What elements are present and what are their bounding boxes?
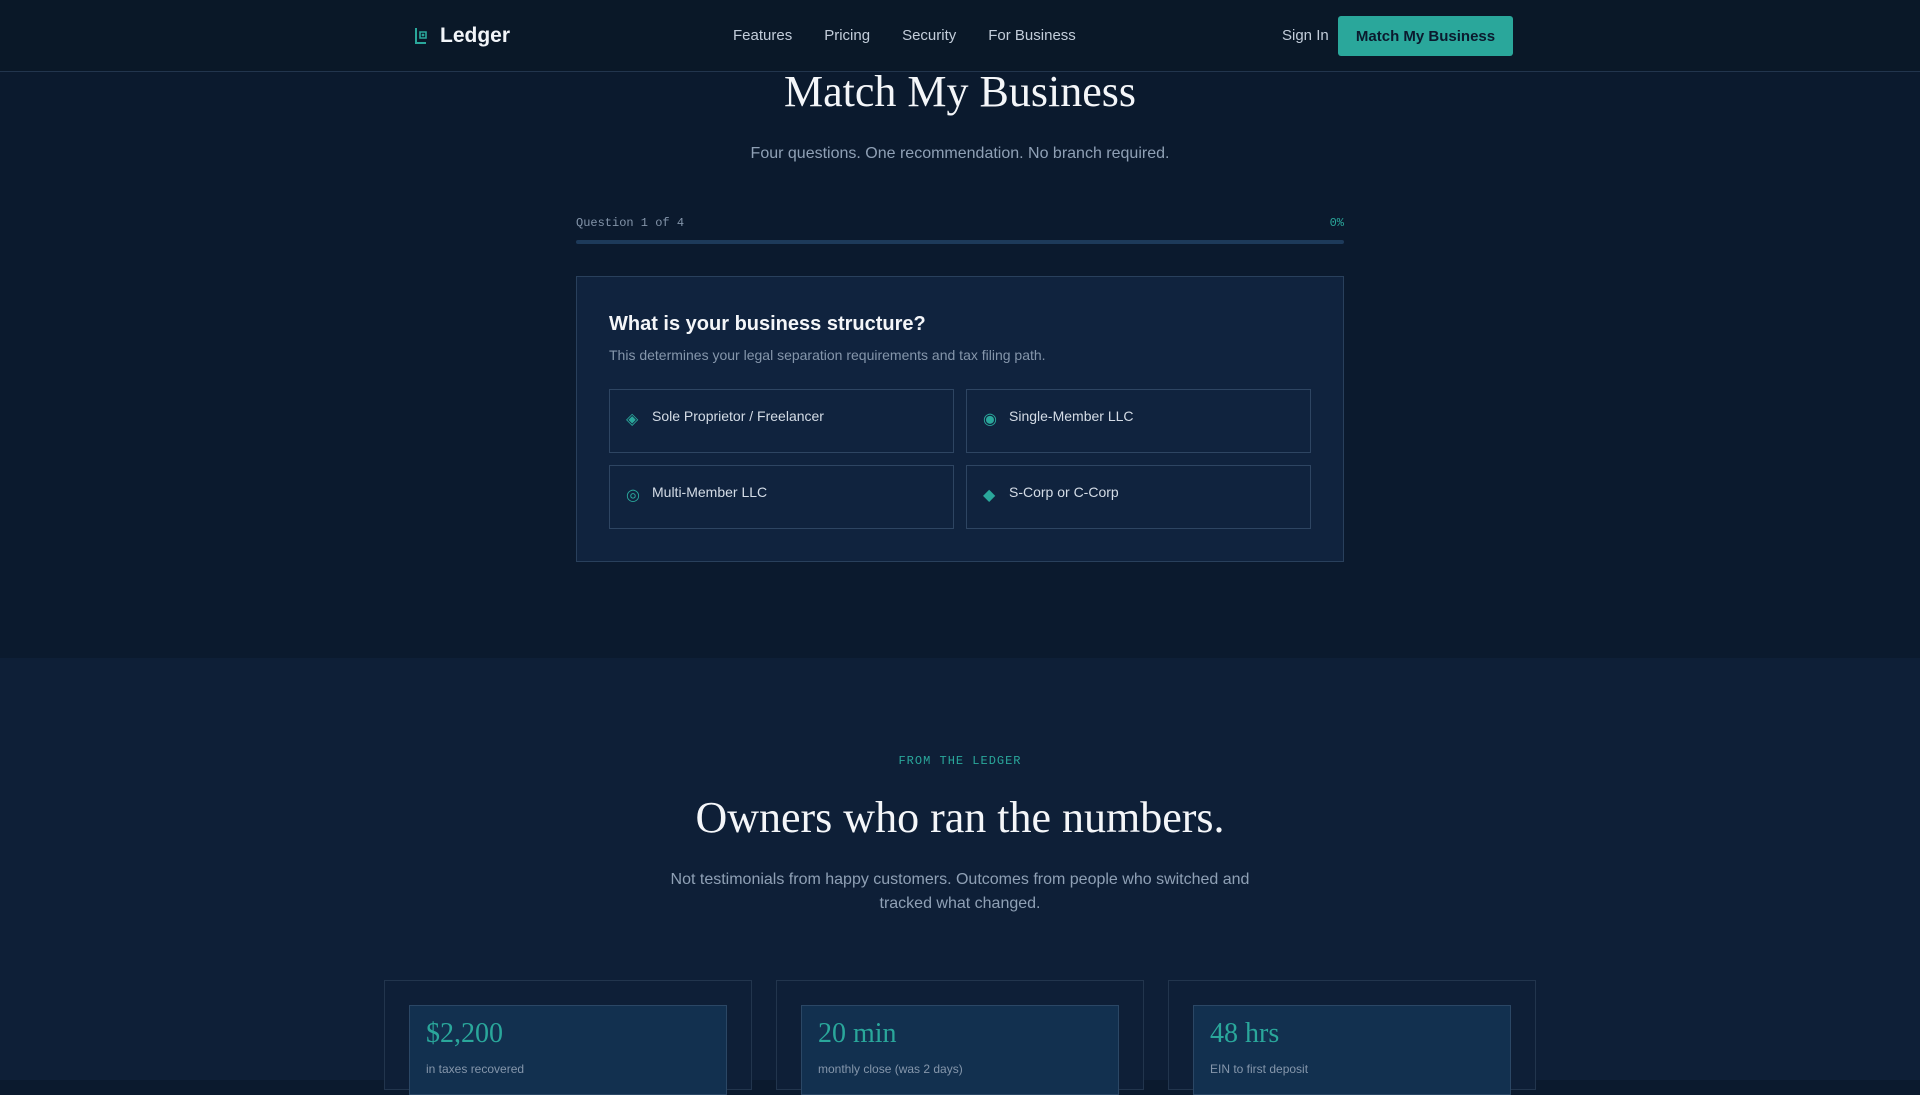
nav-links: Features Pricing Security For Business	[733, 27, 1076, 44]
match-my-business-button[interactable]: Match My Business	[1338, 16, 1513, 56]
stat-value: $2,200	[426, 1018, 503, 1049]
brand-logo[interactable]: Ledger	[412, 22, 510, 50]
stat-value: 20 min	[818, 1018, 897, 1049]
circle-dot-icon: ◉	[983, 411, 997, 428]
stat-card-inner: 48 hrs EIN to first deposit	[1193, 1005, 1511, 1095]
question-title: What is your business structure?	[609, 313, 926, 335]
page-subtitle: Four questions. One recommendation. No b…	[750, 145, 1170, 162]
stat-card: 48 hrs EIN to first deposit	[1168, 980, 1536, 1095]
section-title: Owners who ran the numbers.	[695, 793, 1225, 842]
stat-label: in taxes recovered	[426, 1062, 525, 1076]
section-eyebrow: FROM THE LEDGER	[898, 754, 1022, 768]
top-navigation: Ledger Features Pricing Security For Bus…	[0, 0, 1920, 72]
stat-label: monthly close (was 2 days)	[818, 1062, 963, 1076]
sign-in-link[interactable]: Sign In	[1282, 27, 1329, 44]
nav-link-security[interactable]: Security	[902, 27, 956, 44]
option-label: S-Corp or C-Corp	[1009, 484, 1119, 500]
option-sole-proprietor[interactable]: ◈ Sole Proprietor / Freelancer	[609, 389, 954, 453]
testimonials-section: FROM THE LEDGER Owners who ran the numbe…	[0, 658, 1920, 1095]
section-subtitle: Not testimonials from happy customers. O…	[670, 871, 1250, 912]
progress-bar	[576, 240, 1344, 244]
option-label: Sole Proprietor / Freelancer	[652, 408, 824, 424]
question-description: This determines your legal separation re…	[609, 347, 1046, 363]
progress-label: Question 1 of 4	[576, 216, 685, 230]
brand-name: Ledger	[440, 24, 511, 47]
stat-card: 20 min monthly close (was 2 days)	[776, 980, 1144, 1095]
nav-link-for-business[interactable]: For Business	[988, 27, 1076, 44]
nav-link-pricing[interactable]: Pricing	[824, 27, 870, 44]
bullseye-icon: ◎	[626, 487, 640, 504]
option-multi-member-llc[interactable]: ◎ Multi-Member LLC	[609, 465, 954, 529]
option-label: Single-Member LLC	[1009, 408, 1134, 424]
option-label: Multi-Member LLC	[652, 484, 768, 500]
stat-label: EIN to first deposit	[1210, 1062, 1309, 1076]
stat-card: $2,200 in taxes recovered	[384, 980, 752, 1095]
diamond-outline-icon: ◈	[626, 411, 639, 428]
progress-percent: 0%	[1329, 216, 1344, 230]
ledger-logo-icon	[412, 26, 430, 46]
stat-value: 48 hrs	[1210, 1018, 1280, 1049]
stat-card-inner: $2,200 in taxes recovered	[409, 1005, 727, 1095]
page-title: Match My Business	[784, 67, 1136, 116]
option-s-corp-c-corp[interactable]: ◆ S-Corp or C-Corp	[966, 465, 1311, 529]
nav-link-features[interactable]: Features	[733, 27, 792, 44]
question-card: What is your business structure? This de…	[576, 276, 1344, 562]
stat-card-inner: 20 min monthly close (was 2 days)	[801, 1005, 1119, 1095]
option-single-member-llc[interactable]: ◉ Single-Member LLC	[966, 389, 1311, 453]
diamond-filled-icon: ◆	[983, 487, 996, 504]
